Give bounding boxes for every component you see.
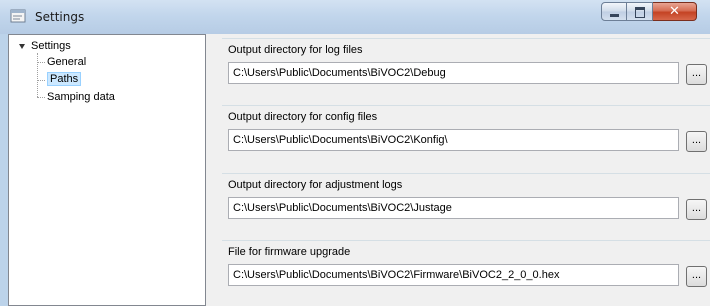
- close-button[interactable]: ✕: [653, 2, 697, 21]
- section-divider: [222, 105, 710, 106]
- tree-item-label: Paths: [47, 72, 82, 86]
- tree-item-general[interactable]: General: [47, 55, 86, 69]
- tree-root-label: Settings: [31, 40, 71, 52]
- title-bar[interactable]: Settings ✕: [0, 0, 710, 34]
- config-files-section: Output directory for config files C:\Use…: [222, 105, 710, 171]
- firmware-file-field[interactable]: C:\Users\Public\Documents\BiVOC2\Firmwar…: [228, 264, 679, 286]
- minimize-button[interactable]: [601, 2, 627, 21]
- browse-adjustment-button[interactable]: ...: [686, 199, 707, 220]
- tree-item-label: General: [47, 56, 87, 68]
- close-icon: ✕: [669, 4, 680, 19]
- maximize-button[interactable]: [627, 2, 653, 21]
- settings-tree[interactable]: Settings General Paths Samping data: [8, 34, 206, 306]
- tree-item-label: Samping data: [47, 91, 115, 103]
- caption-buttons: ✕: [601, 2, 697, 22]
- tree-connector: [37, 53, 38, 97]
- section-divider: [222, 240, 710, 241]
- log-files-section: Output directory for log files C:\Users\…: [222, 38, 710, 104]
- adjustment-logs-section: Output directory for adjustment logs C:\…: [222, 173, 710, 239]
- config-files-label: Output directory for config files: [228, 111, 378, 123]
- log-files-label: Output directory for log files: [228, 44, 363, 56]
- minimize-icon: [610, 14, 619, 17]
- collapse-arrow-icon[interactable]: [17, 41, 27, 51]
- paths-panel: Output directory for log files C:\Users\…: [212, 34, 710, 306]
- firmware-section: File for firmware upgrade C:\Users\Publi…: [222, 240, 710, 306]
- window-title: Settings: [35, 10, 85, 24]
- tree-connector: [37, 62, 45, 63]
- browse-firmware-button[interactable]: ...: [686, 266, 707, 287]
- firmware-file-label: File for firmware upgrade: [228, 246, 351, 258]
- tree-connector: [37, 80, 45, 81]
- adjustment-directory-field[interactable]: C:\Users\Public\Documents\BiVOC2\Justage: [228, 197, 679, 219]
- browse-config-button[interactable]: ...: [686, 131, 707, 152]
- section-divider: [222, 173, 710, 174]
- section-divider: [222, 38, 710, 39]
- maximize-icon: [635, 7, 645, 18]
- config-directory-field[interactable]: C:\Users\Public\Documents\BiVOC2\Konfig\: [228, 129, 679, 151]
- tree-connector: [37, 97, 45, 98]
- tree-root-settings[interactable]: Settings: [31, 39, 71, 53]
- adjustment-logs-label: Output directory for adjustment logs: [228, 179, 403, 191]
- settings-window-icon: [10, 9, 26, 23]
- log-directory-field[interactable]: C:\Users\Public\Documents\BiVOC2\Debug: [228, 62, 679, 84]
- settings-window: Settings ✕ Settings General Paths Sampin…: [0, 0, 710, 306]
- client-area: Settings General Paths Samping data Outp…: [8, 34, 710, 306]
- tree-item-paths[interactable]: Paths: [47, 72, 82, 86]
- tree-item-samping-data[interactable]: Samping data: [47, 90, 115, 104]
- browse-log-button[interactable]: ...: [686, 64, 707, 85]
